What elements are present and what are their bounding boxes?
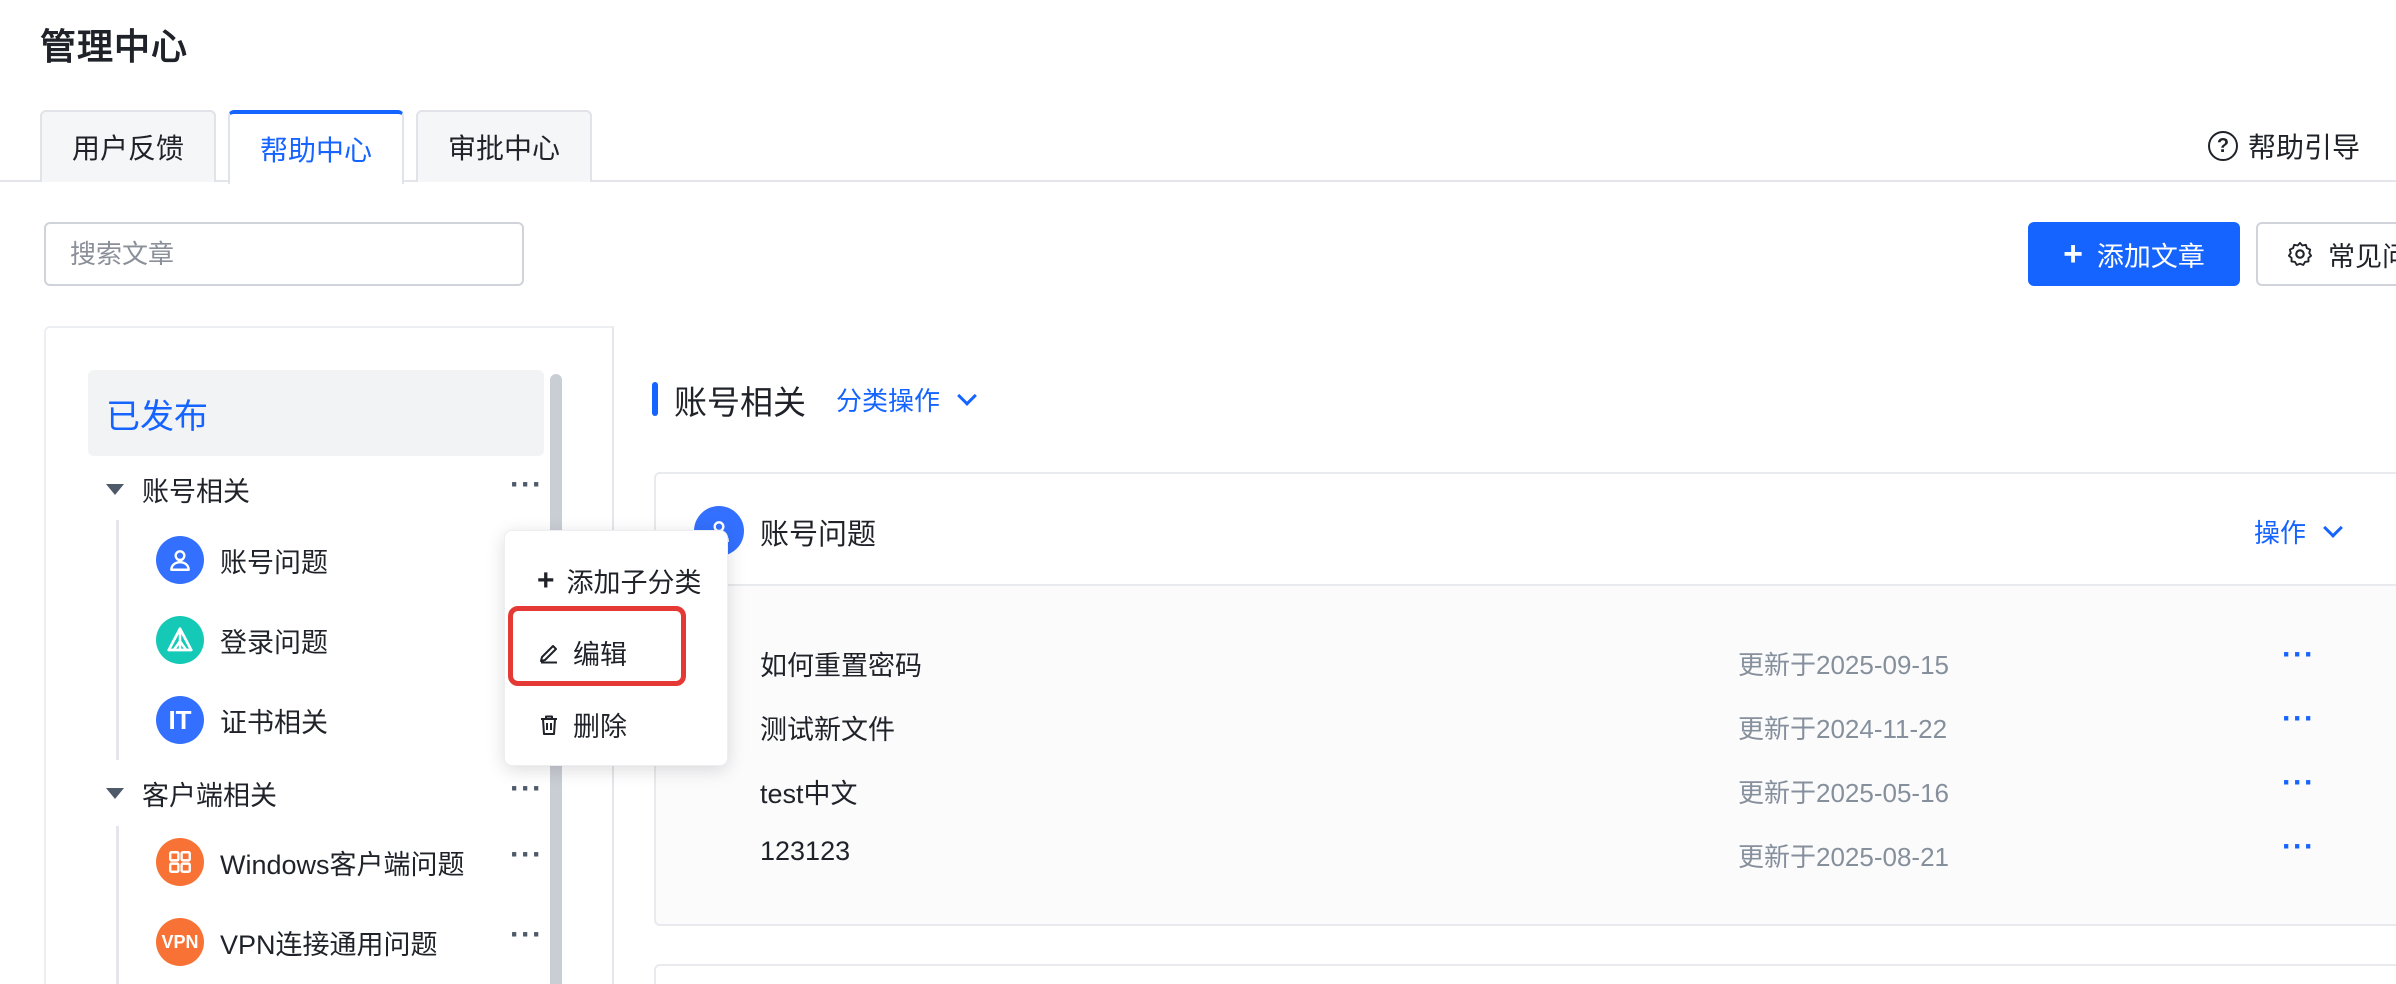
it-icon: IT	[156, 696, 204, 744]
tree-group-account[interactable]: 账号相关	[106, 470, 250, 509]
chevron-down-icon	[957, 385, 977, 406]
article-title[interactable]: 如何重置密码	[760, 644, 922, 683]
triangle-logo-icon	[156, 616, 204, 664]
article-updated: 更新于2025-08-21	[1738, 842, 1949, 872]
plus-icon: +	[2063, 235, 2083, 273]
caret-down-icon	[106, 788, 124, 799]
article-title[interactable]: 测试新文件	[760, 708, 895, 747]
tree-item-windows-client[interactable]: Windows客户端问题	[156, 838, 465, 886]
subcategory-card-header	[654, 472, 2396, 586]
article-more-icon[interactable]: ···	[2282, 832, 2315, 862]
tree-item-account-issue[interactable]: 账号问题	[156, 536, 328, 584]
help-guide-button[interactable]: ? 帮助引导	[2207, 126, 2360, 166]
article-more-icon[interactable]: ···	[2282, 640, 2315, 670]
tab-user-feedback[interactable]: 用户反馈	[40, 110, 216, 182]
article-updated: 更新于2024-11-22	[1738, 714, 1948, 744]
article-updated: 更新于2025-09-15	[1738, 650, 1949, 680]
group-more-icon[interactable]: ···	[510, 774, 543, 804]
tree-item-vpn[interactable]: VPN VPN连接通用问题	[156, 918, 438, 966]
faq-button[interactable]: 常见问	[2256, 222, 2396, 286]
plus-icon: +	[537, 563, 555, 597]
tree-item-certificate[interactable]: IT 证书相关	[156, 696, 328, 744]
article-more-icon[interactable]: ···	[2282, 768, 2315, 798]
edit-highlight-box	[508, 606, 686, 686]
user-icon	[156, 536, 204, 584]
tree-line	[116, 826, 119, 984]
gear-icon	[2287, 241, 2313, 266]
chevron-down-icon	[2323, 517, 2343, 538]
subcategory-actions-dropdown[interactable]: 操作	[2254, 513, 2343, 550]
published-section[interactable]: 已发布	[88, 370, 544, 456]
tree-line	[116, 520, 119, 760]
article-updated: 更新于2025-05-16	[1738, 778, 1949, 808]
item-more-icon[interactable]: ···	[510, 840, 543, 870]
title-accent-bar	[652, 382, 658, 416]
tree-group-client[interactable]: 客户端相关	[106, 774, 277, 813]
search-input[interactable]	[44, 222, 524, 286]
page-title: 管理中心	[40, 26, 189, 67]
trash-icon	[541, 715, 557, 735]
item-more-icon[interactable]: ···	[510, 920, 543, 950]
category-title: 账号相关	[674, 384, 806, 421]
article-title[interactable]: test中文	[760, 772, 858, 811]
next-subcategory-card	[654, 964, 2396, 984]
menu-item-add-subcategory[interactable]: + 添加子分类	[537, 561, 702, 600]
caret-down-icon	[106, 484, 124, 495]
tab-approval-center[interactable]: 审批中心	[416, 110, 592, 182]
menu-item-delete[interactable]: 删除	[537, 705, 627, 744]
article-title[interactable]: 123123	[760, 836, 850, 867]
tree-item-login-issue[interactable]: 登录问题	[156, 616, 328, 664]
article-more-icon[interactable]: ···	[2282, 704, 2315, 734]
grid-icon	[156, 838, 204, 886]
tab-help-center[interactable]: 帮助中心	[228, 110, 404, 184]
question-icon: ?	[2207, 131, 2238, 161]
vpn-icon: VPN	[156, 918, 204, 966]
category-actions-dropdown[interactable]: 分类操作	[836, 381, 977, 418]
add-article-button[interactable]: + 添加文章	[2028, 222, 2240, 286]
group-more-icon[interactable]: ···	[510, 470, 543, 500]
subcategory-title: 账号问题	[760, 519, 877, 551]
